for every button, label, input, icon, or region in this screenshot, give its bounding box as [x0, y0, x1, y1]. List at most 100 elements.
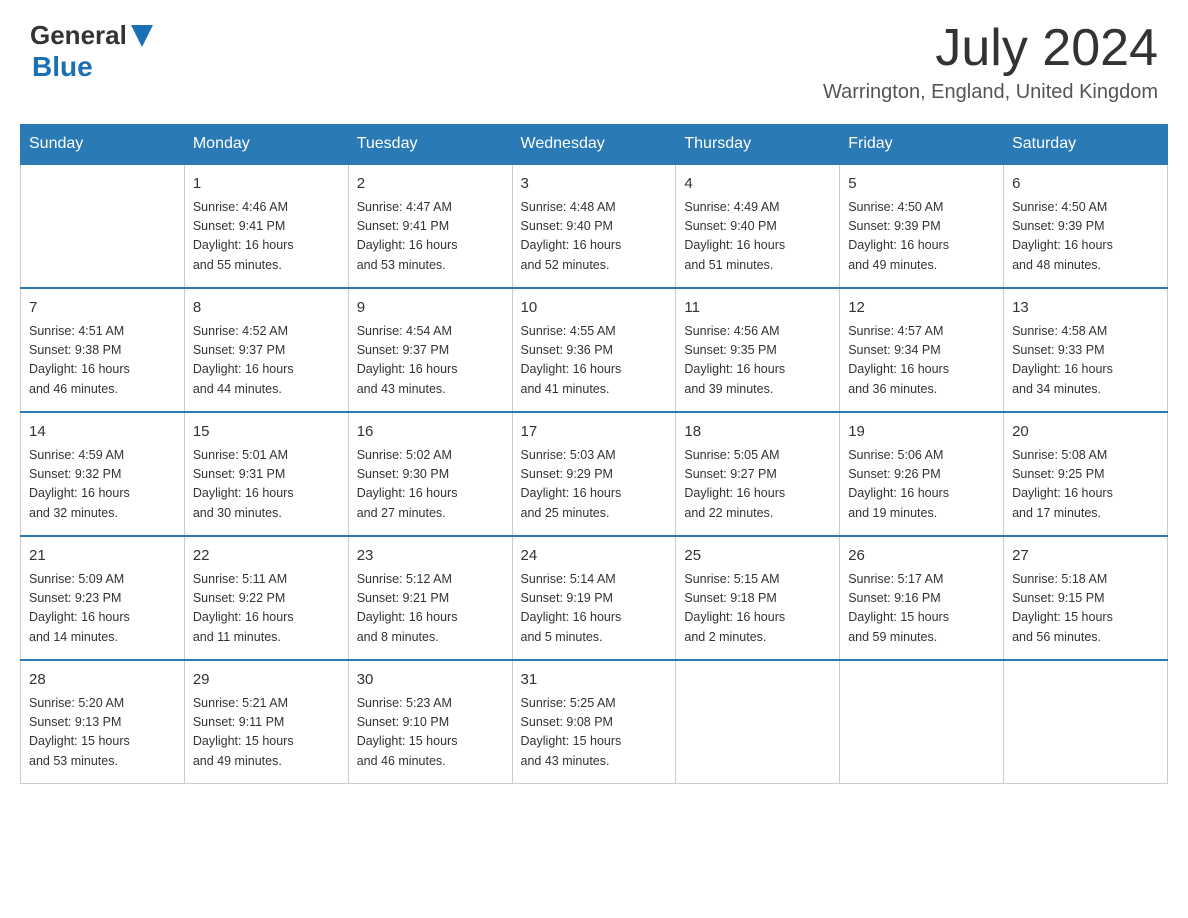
calendar-cell: 22Sunrise: 5:11 AM Sunset: 9:22 PM Dayli…	[184, 536, 348, 660]
calendar-cell: 11Sunrise: 4:56 AM Sunset: 9:35 PM Dayli…	[676, 288, 840, 412]
calendar-cell: 28Sunrise: 5:20 AM Sunset: 9:13 PM Dayli…	[21, 660, 185, 784]
calendar-cell: 20Sunrise: 5:08 AM Sunset: 9:25 PM Dayli…	[1004, 412, 1168, 536]
calendar-cell: 27Sunrise: 5:18 AM Sunset: 9:15 PM Dayli…	[1004, 536, 1168, 660]
day-info: Sunrise: 5:06 AM Sunset: 9:26 PM Dayligh…	[848, 446, 995, 524]
day-number: 12	[848, 297, 995, 320]
logo-general-text: General	[30, 20, 127, 51]
day-info: Sunrise: 5:11 AM Sunset: 9:22 PM Dayligh…	[193, 570, 340, 648]
calendar-cell	[21, 164, 185, 288]
header-row: SundayMondayTuesdayWednesdayThursdayFrid…	[21, 125, 1168, 165]
calendar-cell	[840, 660, 1004, 784]
day-info: Sunrise: 4:52 AM Sunset: 9:37 PM Dayligh…	[193, 322, 340, 400]
day-info: Sunrise: 4:50 AM Sunset: 9:39 PM Dayligh…	[1012, 198, 1159, 276]
calendar-cell: 15Sunrise: 5:01 AM Sunset: 9:31 PM Dayli…	[184, 412, 348, 536]
day-number: 14	[29, 421, 176, 444]
calendar-cell: 13Sunrise: 4:58 AM Sunset: 9:33 PM Dayli…	[1004, 288, 1168, 412]
day-number: 7	[29, 297, 176, 320]
day-number: 22	[193, 545, 340, 568]
day-number: 2	[357, 173, 504, 196]
logo: General	[30, 20, 153, 51]
calendar-cell: 1Sunrise: 4:46 AM Sunset: 9:41 PM Daylig…	[184, 164, 348, 288]
calendar-cell: 3Sunrise: 4:48 AM Sunset: 9:40 PM Daylig…	[512, 164, 676, 288]
day-info: Sunrise: 4:54 AM Sunset: 9:37 PM Dayligh…	[357, 322, 504, 400]
day-number: 26	[848, 545, 995, 568]
day-of-week-header: Sunday	[21, 125, 185, 165]
week-row: 14Sunrise: 4:59 AM Sunset: 9:32 PM Dayli…	[21, 412, 1168, 536]
day-number: 19	[848, 421, 995, 444]
calendar-cell: 24Sunrise: 5:14 AM Sunset: 9:19 PM Dayli…	[512, 536, 676, 660]
month-title: July 2024	[823, 20, 1158, 77]
day-number: 1	[193, 173, 340, 196]
calendar-cell: 5Sunrise: 4:50 AM Sunset: 9:39 PM Daylig…	[840, 164, 1004, 288]
calendar-cell: 30Sunrise: 5:23 AM Sunset: 9:10 PM Dayli…	[348, 660, 512, 784]
day-info: Sunrise: 5:01 AM Sunset: 9:31 PM Dayligh…	[193, 446, 340, 524]
week-row: 1Sunrise: 4:46 AM Sunset: 9:41 PM Daylig…	[21, 164, 1168, 288]
calendar-cell: 31Sunrise: 5:25 AM Sunset: 9:08 PM Dayli…	[512, 660, 676, 784]
day-info: Sunrise: 5:08 AM Sunset: 9:25 PM Dayligh…	[1012, 446, 1159, 524]
day-info: Sunrise: 5:15 AM Sunset: 9:18 PM Dayligh…	[684, 570, 831, 648]
day-number: 5	[848, 173, 995, 196]
day-info: Sunrise: 5:12 AM Sunset: 9:21 PM Dayligh…	[357, 570, 504, 648]
calendar-cell: 23Sunrise: 5:12 AM Sunset: 9:21 PM Dayli…	[348, 536, 512, 660]
day-info: Sunrise: 5:05 AM Sunset: 9:27 PM Dayligh…	[684, 446, 831, 524]
day-of-week-header: Thursday	[676, 125, 840, 165]
day-number: 15	[193, 421, 340, 444]
day-number: 6	[1012, 173, 1159, 196]
calendar-cell: 7Sunrise: 4:51 AM Sunset: 9:38 PM Daylig…	[21, 288, 185, 412]
day-number: 10	[521, 297, 668, 320]
day-info: Sunrise: 4:49 AM Sunset: 9:40 PM Dayligh…	[684, 198, 831, 276]
calendar-cell: 18Sunrise: 5:05 AM Sunset: 9:27 PM Dayli…	[676, 412, 840, 536]
calendar-cell: 19Sunrise: 5:06 AM Sunset: 9:26 PM Dayli…	[840, 412, 1004, 536]
day-number: 13	[1012, 297, 1159, 320]
week-row: 21Sunrise: 5:09 AM Sunset: 9:23 PM Dayli…	[21, 536, 1168, 660]
week-row: 28Sunrise: 5:20 AM Sunset: 9:13 PM Dayli…	[21, 660, 1168, 784]
day-number: 16	[357, 421, 504, 444]
location: Warrington, England, United Kingdom	[823, 81, 1158, 104]
day-info: Sunrise: 5:21 AM Sunset: 9:11 PM Dayligh…	[193, 694, 340, 772]
day-info: Sunrise: 4:59 AM Sunset: 9:32 PM Dayligh…	[29, 446, 176, 524]
day-number: 20	[1012, 421, 1159, 444]
day-info: Sunrise: 5:20 AM Sunset: 9:13 PM Dayligh…	[29, 694, 176, 772]
week-row: 7Sunrise: 4:51 AM Sunset: 9:38 PM Daylig…	[21, 288, 1168, 412]
calendar-cell: 9Sunrise: 4:54 AM Sunset: 9:37 PM Daylig…	[348, 288, 512, 412]
calendar-cell: 12Sunrise: 4:57 AM Sunset: 9:34 PM Dayli…	[840, 288, 1004, 412]
calendar-cell: 16Sunrise: 5:02 AM Sunset: 9:30 PM Dayli…	[348, 412, 512, 536]
day-number: 18	[684, 421, 831, 444]
day-number: 23	[357, 545, 504, 568]
day-info: Sunrise: 4:51 AM Sunset: 9:38 PM Dayligh…	[29, 322, 176, 400]
day-number: 27	[1012, 545, 1159, 568]
day-number: 8	[193, 297, 340, 320]
calendar-cell: 8Sunrise: 4:52 AM Sunset: 9:37 PM Daylig…	[184, 288, 348, 412]
day-info: Sunrise: 4:47 AM Sunset: 9:41 PM Dayligh…	[357, 198, 504, 276]
day-number: 30	[357, 669, 504, 692]
day-of-week-header: Wednesday	[512, 125, 676, 165]
day-info: Sunrise: 5:18 AM Sunset: 9:15 PM Dayligh…	[1012, 570, 1159, 648]
day-number: 24	[521, 545, 668, 568]
day-info: Sunrise: 4:50 AM Sunset: 9:39 PM Dayligh…	[848, 198, 995, 276]
calendar-cell: 25Sunrise: 5:15 AM Sunset: 9:18 PM Dayli…	[676, 536, 840, 660]
calendar-cell: 17Sunrise: 5:03 AM Sunset: 9:29 PM Dayli…	[512, 412, 676, 536]
day-number: 21	[29, 545, 176, 568]
logo-blue-text: Blue	[32, 51, 93, 82]
day-number: 31	[521, 669, 668, 692]
day-number: 11	[684, 297, 831, 320]
logo-area: General Blue	[30, 20, 153, 83]
day-number: 3	[521, 173, 668, 196]
day-of-week-header: Tuesday	[348, 125, 512, 165]
day-info: Sunrise: 5:02 AM Sunset: 9:30 PM Dayligh…	[357, 446, 504, 524]
day-info: Sunrise: 4:58 AM Sunset: 9:33 PM Dayligh…	[1012, 322, 1159, 400]
calendar-cell: 29Sunrise: 5:21 AM Sunset: 9:11 PM Dayli…	[184, 660, 348, 784]
day-info: Sunrise: 5:25 AM Sunset: 9:08 PM Dayligh…	[521, 694, 668, 772]
calendar-cell	[1004, 660, 1168, 784]
day-number: 17	[521, 421, 668, 444]
day-number: 9	[357, 297, 504, 320]
day-number: 25	[684, 545, 831, 568]
logo-icon	[129, 25, 153, 47]
day-info: Sunrise: 4:48 AM Sunset: 9:40 PM Dayligh…	[521, 198, 668, 276]
day-info: Sunrise: 5:14 AM Sunset: 9:19 PM Dayligh…	[521, 570, 668, 648]
day-info: Sunrise: 5:17 AM Sunset: 9:16 PM Dayligh…	[848, 570, 995, 648]
day-info: Sunrise: 4:57 AM Sunset: 9:34 PM Dayligh…	[848, 322, 995, 400]
day-of-week-header: Saturday	[1004, 125, 1168, 165]
calendar-cell: 2Sunrise: 4:47 AM Sunset: 9:41 PM Daylig…	[348, 164, 512, 288]
day-number: 4	[684, 173, 831, 196]
